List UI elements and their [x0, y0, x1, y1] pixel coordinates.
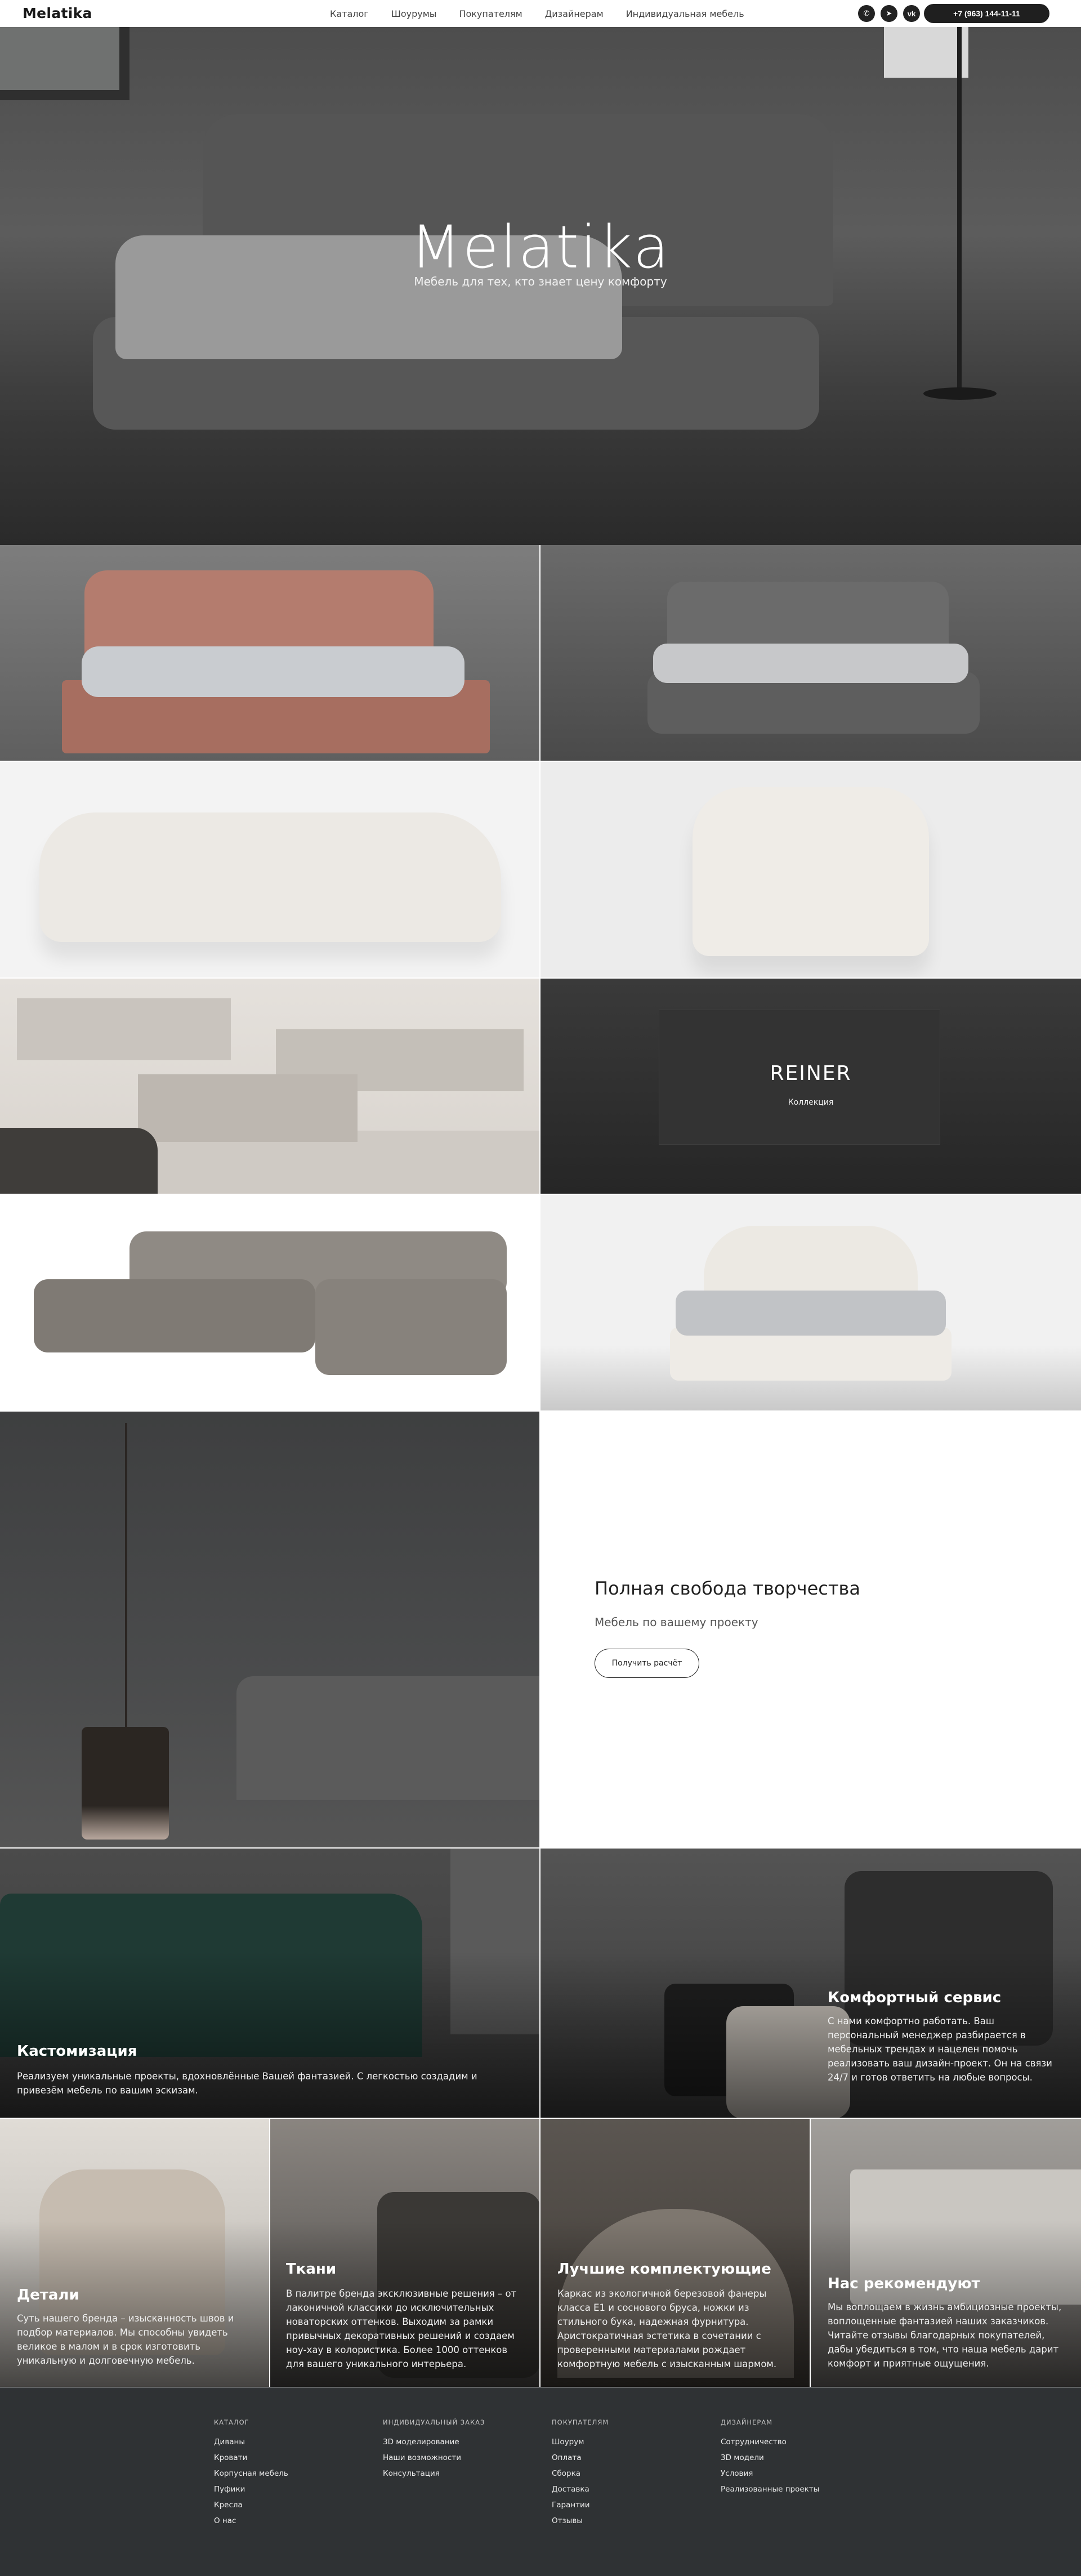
sofa-body [39, 812, 501, 942]
floor-lamp-pole [957, 27, 962, 393]
nav-item-custom-furniture[interactable]: Индивидуальная мебель [626, 8, 744, 19]
footer-heading: Покупателям [552, 2418, 609, 2426]
nav-item-showrooms[interactable]: Шоурумы [391, 8, 437, 19]
floor-lamp-base [923, 387, 997, 400]
site-footer: Каталог Диваны Кровати Корпусная мебель … [0, 2387, 1081, 2576]
footer-link[interactable]: Гарантии [552, 2501, 698, 2510]
footer-link[interactable]: Консультация [383, 2469, 529, 2478]
footer-link[interactable]: Кровати [214, 2453, 360, 2462]
feature-text: С нами комфортно работать. Ваш персональ… [828, 2016, 1052, 2083]
armchair-body [693, 787, 929, 956]
hero-banner: Melatika Мебель для тех, кто знает цену … [0, 27, 1081, 545]
feature-tile-comfort-service: Комфортный сервис С нами комфортно работ… [540, 1849, 1081, 2118]
footer-link[interactable]: Сотрудничество [721, 2437, 867, 2446]
hero-floor [0, 410, 1081, 545]
hero-title: Melatika [410, 213, 671, 282]
footer-link[interactable]: Отзывы [552, 2516, 698, 2525]
feature-text: Реализуем уникальные проекты, вдохновлён… [17, 2071, 477, 2096]
logo[interactable]: Melatika [23, 5, 92, 21]
footer-link[interactable]: Реализованные проекты [721, 2485, 867, 2494]
feature-text: Мы воплощаем в жизнь амбициозные проекты… [828, 2302, 1062, 2369]
footer-heading: Индивидуальный заказ [383, 2418, 485, 2426]
footer-column-custom-order: Индивидуальный заказ 3D моделирование На… [383, 2418, 529, 2485]
vk-icon[interactable]: vk [903, 5, 920, 22]
product-tile-white-sofa[interactable] [0, 762, 539, 977]
sideboard [17, 998, 231, 1060]
footer-link[interactable]: Сборка [552, 2469, 698, 2478]
footer-column-catalog: Каталог Диваны Кровати Корпусная мебель … [214, 2418, 360, 2532]
footer-heading: Каталог [214, 2418, 249, 2426]
footer-link[interactable]: Доставка [552, 2485, 698, 2494]
footer-column-designers: Дизайнерам Сотрудничество 3D модели Усло… [721, 2418, 867, 2501]
collection-tile-reiner[interactable]: REINER Коллекция [540, 979, 1081, 1194]
feature-tile-recommend: Нас рекомендуют Мы воплощаем в жизнь амб… [811, 2119, 1081, 2387]
hero-subtitle: Мебель для тех, кто знает цену комфорту [414, 275, 667, 288]
footer-link[interactable]: Условия [721, 2469, 867, 2478]
footer-link[interactable]: Диваны [214, 2437, 360, 2446]
section-title: Полная свобода творчества [595, 1578, 860, 1599]
feature-tile-fabrics: Ткани В палитре бренда эксклюзивные реше… [270, 2119, 539, 2387]
site-header: Melatika Каталог Шоурумы Покупателям Диз… [0, 0, 1081, 27]
feature-text: В палитре бренда эксклюзивные решения – … [286, 2288, 517, 2369]
feature-title: Нас рекомендуют [828, 2275, 980, 2292]
footer-link[interactable]: Пуфики [214, 2485, 360, 2494]
feature-text: Суть нашего бренда – изысканность швов и… [17, 2313, 234, 2366]
footer-link[interactable]: Оплата [552, 2453, 698, 2462]
feature-tile-details: Детали Суть нашего бренда – изысканность… [0, 2119, 269, 2387]
footer-link[interactable]: О нас [214, 2516, 360, 2525]
footer-link[interactable]: 3D модели [721, 2453, 867, 2462]
bed-sheet [82, 646, 464, 697]
phone-button[interactable]: +7 (963) 144-11-11 [924, 4, 1049, 23]
feature-title: Кастомизация [17, 2043, 137, 2060]
feature-tile-customization: Кастомизация Реализуем уникальные проект… [0, 1849, 539, 2118]
social-links: ✆ ➤ vk [858, 5, 920, 22]
footer-column-buyers: Покупателям Шоурум Оплата Сборка Доставк… [552, 2418, 698, 2532]
product-tile-pink-bed[interactable] [0, 545, 539, 761]
custom-project-block: Полная свобода творчества Мебель по ваше… [540, 1412, 1081, 1847]
footer-link[interactable]: Кресла [214, 2501, 360, 2510]
sofa [236, 1676, 539, 1800]
collection-title: REINER [770, 1062, 852, 1085]
main-nav: Каталог Шоурумы Покупателям Дизайнерам И… [330, 8, 767, 19]
feature-title: Ткани [286, 2261, 337, 2278]
feature-title: Лучшие комплектующие [557, 2261, 771, 2278]
feature-title: Комфортный сервис [828, 1989, 1002, 2006]
telegram-icon[interactable]: ➤ [881, 5, 897, 22]
feature-tile-components: Лучшие комплектующие Каркас из экологичн… [540, 2119, 810, 2387]
coffee-table [138, 1074, 358, 1142]
floor-lamp-shade [884, 27, 968, 78]
product-tile-grey-sofa[interactable] [0, 1195, 539, 1410]
vase [82, 1727, 169, 1840]
nav-item-catalog[interactable]: Каталог [330, 8, 369, 19]
hero-window [0, 27, 129, 100]
collection-subtitle: Коллекция [788, 1098, 834, 1107]
footer-link[interactable]: 3D моделирование [383, 2437, 529, 2446]
section-subtitle: Мебель по вашему проекту [595, 1615, 758, 1629]
get-quote-button[interactable]: Получить расчёт [595, 1649, 699, 1678]
nav-item-designers[interactable]: Дизайнерам [545, 8, 604, 19]
sofa-chaise [315, 1279, 507, 1375]
footer-link[interactable]: Наши возможности [383, 2453, 529, 2462]
footer-heading: Дизайнерам [721, 2418, 773, 2426]
plant-stem [125, 1423, 127, 1738]
feature-text: Каркас из экологичной березовой фанеры к… [557, 2288, 777, 2369]
sofa-seat [34, 1279, 315, 1352]
bed-sheet [653, 644, 968, 683]
feature-title: Детали [17, 2287, 79, 2303]
bed-sheet [676, 1291, 946, 1336]
product-tile-living-room[interactable] [0, 979, 539, 1194]
product-tile-white-bed[interactable] [540, 1195, 1081, 1410]
sofa-corner [0, 1128, 158, 1194]
nav-item-buyers[interactable]: Покупателям [459, 8, 522, 19]
interior-photo-vase [0, 1412, 539, 1847]
product-tile-white-armchair[interactable] [540, 762, 1081, 977]
product-tile-grey-bed[interactable] [540, 545, 1081, 761]
footer-link[interactable]: Корпусная мебель [214, 2469, 360, 2478]
whatsapp-icon[interactable]: ✆ [858, 5, 875, 22]
footer-link[interactable]: Шоурум [552, 2437, 698, 2446]
